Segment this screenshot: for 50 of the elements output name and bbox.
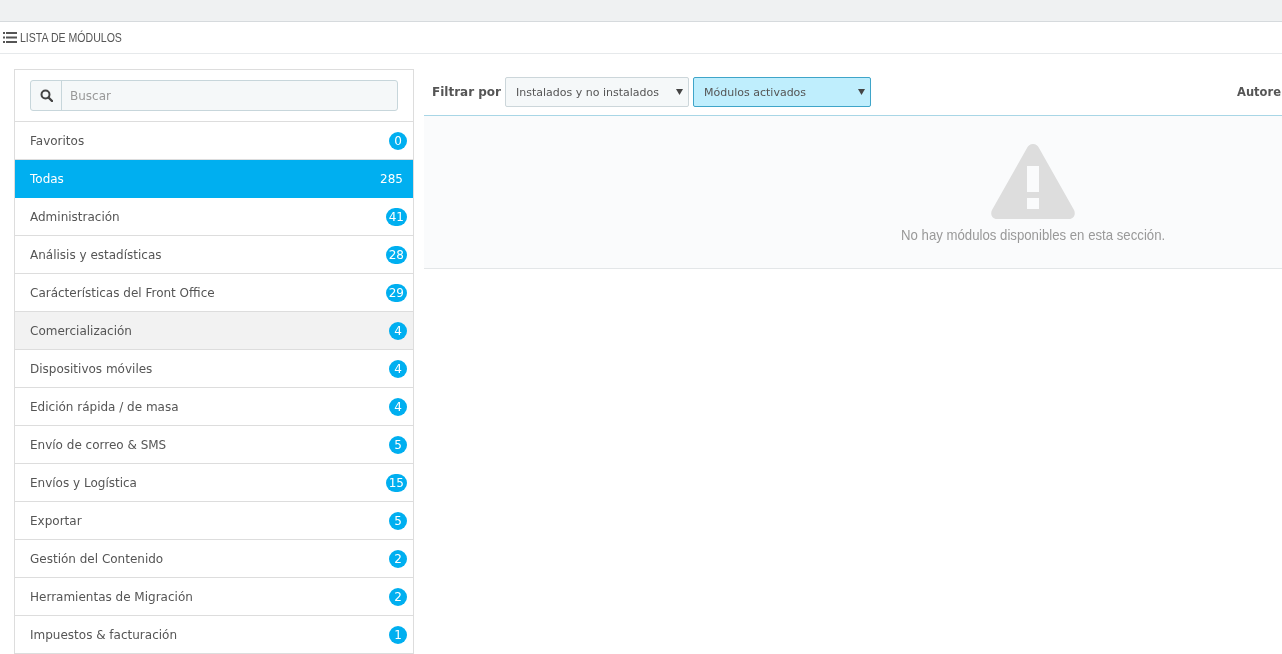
search-icon: [39, 89, 53, 102]
count-badge: 0: [389, 131, 407, 150]
category-label: Administración: [30, 209, 120, 224]
category-item[interactable]: Gestión del Contenido 2: [15, 540, 413, 578]
count-badge: 4: [389, 359, 407, 378]
count-badge: 28: [385, 245, 407, 264]
filter-label: Filtrar por: [432, 85, 502, 99]
category-item[interactable]: Exportar 5: [15, 502, 413, 540]
category-label: Análisis y estadísticas: [30, 247, 162, 262]
count-badge: 15: [385, 473, 407, 492]
warning-icon: [990, 141, 1076, 220]
category-label: Exportar: [30, 513, 82, 528]
category-label: Envío de correo & SMS: [30, 437, 167, 452]
category-label: Gestión del Contenido: [30, 551, 164, 566]
count-badge: 5: [389, 511, 407, 530]
section-title: LISTA DE MÓDULOS: [20, 30, 122, 45]
count-badge: 2: [389, 587, 407, 606]
category-label: Todas: [30, 171, 64, 186]
list-icon: [3, 32, 17, 43]
author-label: Autore: [1237, 85, 1281, 99]
caret-icon: [676, 89, 684, 95]
category-item[interactable]: Edición rápida / de masa 4: [15, 388, 413, 426]
count-badge: 5: [389, 435, 407, 454]
category-label: Dispositivos móviles: [30, 361, 153, 376]
filter-dropdown[interactable]: Instalados y no instalados: [505, 77, 690, 107]
empty-message: No hay módulos disponibles en esta sección.: [900, 225, 1166, 243]
count-label: 285: [379, 170, 404, 188]
category-label: Carácterísticas del Front Office: [30, 285, 215, 300]
category-label: Herramientas de Migración: [30, 589, 193, 604]
category-item[interactable]: Dispositivos móviles 4: [15, 350, 413, 388]
count-badge: 4: [389, 321, 407, 340]
category-item[interactable]: Análisis y estadísticas 28: [15, 236, 413, 274]
category-item[interactable]: Comercialización 4: [15, 312, 413, 350]
category-label: Comercialización: [30, 323, 132, 338]
count-badge: 29: [385, 283, 407, 302]
filter-dropdown[interactable]: Módulos activados: [693, 77, 872, 107]
count-badge: 1: [389, 625, 407, 644]
category-item[interactable]: Administración 41: [15, 198, 413, 236]
category-item[interactable]: Herramientas de Migración 2: [15, 578, 413, 616]
category-item[interactable]: Impuestos & facturación 1: [15, 616, 413, 654]
caret-icon: [858, 89, 866, 95]
category-label: Envíos y Logística: [30, 475, 137, 490]
category-item[interactable]: Envío de correo & SMS 5: [15, 426, 413, 464]
count-badge: 41: [385, 207, 407, 226]
count-badge: 2: [389, 549, 407, 568]
category-item[interactable]: Envíos y Logística 15: [15, 464, 413, 502]
count-badge: 4: [389, 397, 407, 416]
category-label: Edición rápida / de masa: [30, 399, 179, 414]
category-label: Favoritos: [30, 133, 85, 148]
category-label: Impuestos & facturación: [30, 627, 178, 642]
